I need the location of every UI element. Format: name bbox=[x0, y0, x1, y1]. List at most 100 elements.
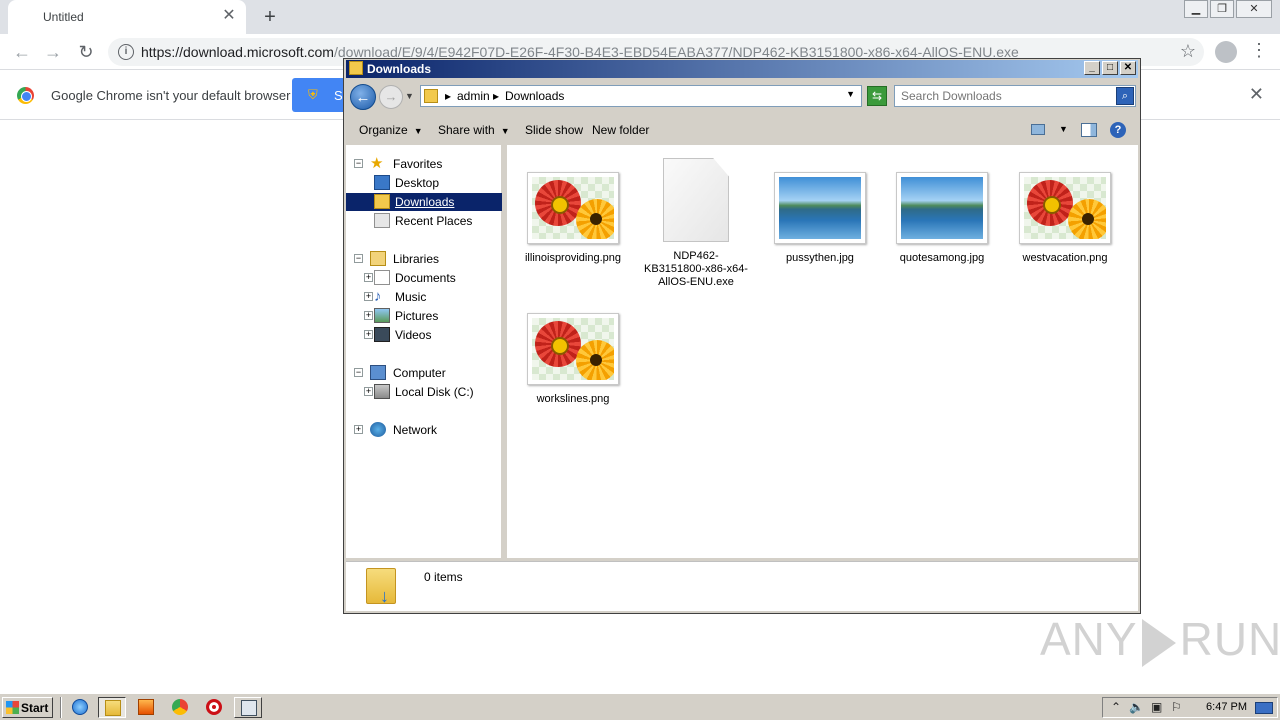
system-tray: ⌃ 🔈 ▣ ⚐ 6:47 PM bbox=[1102, 697, 1278, 718]
view-options-dropdown-icon[interactable]: ▼ bbox=[1059, 124, 1068, 134]
bookmark-star-icon[interactable]: ☆ bbox=[1180, 41, 1196, 62]
share-with-label: Share with bbox=[438, 123, 495, 137]
browser-tab[interactable]: Untitled ✕ bbox=[8, 0, 246, 34]
music-icon: ♪ bbox=[374, 288, 382, 305]
item-count: 0 items bbox=[424, 570, 463, 584]
tree-computer[interactable]: − Computer bbox=[354, 364, 502, 382]
file-item[interactable]: NDP462-KB3151800-x86-x64-AllOS-ENU.exe bbox=[641, 158, 751, 289]
slide-show-button[interactable]: Slide show bbox=[525, 123, 583, 137]
chrome-icon[interactable] bbox=[166, 697, 194, 718]
tree-label: Computer bbox=[393, 366, 446, 380]
show-hidden-icons-icon[interactable]: ⌃ bbox=[1111, 700, 1121, 714]
back-button-icon[interactable]: ← bbox=[350, 84, 376, 110]
expand-icon[interactable]: + bbox=[364, 387, 373, 396]
organize-menu-button[interactable]: Organize ▼ bbox=[359, 123, 423, 137]
file-item[interactable]: illinoisproviding.png bbox=[518, 172, 628, 265]
tree-recent-places[interactable]: Recent Places bbox=[364, 212, 502, 230]
minimize-icon[interactable]: ▁ bbox=[1184, 0, 1208, 18]
start-button[interactable]: Start bbox=[2, 697, 53, 718]
image-thumbnail bbox=[1019, 172, 1111, 244]
collapse-icon[interactable]: − bbox=[354, 159, 363, 168]
chrome-menu-icon[interactable]: ⋮ bbox=[1250, 40, 1268, 61]
breadcrumb-separator-icon[interactable]: ▸ bbox=[493, 89, 499, 103]
tree-desktop[interactable]: Desktop bbox=[364, 174, 502, 192]
executable-file-icon bbox=[663, 158, 729, 242]
file-item[interactable]: quotesamong.jpg bbox=[887, 172, 997, 265]
forward-button-icon[interactable]: → bbox=[379, 85, 403, 109]
tree-label: Downloads bbox=[395, 195, 455, 209]
task-manager-icon[interactable] bbox=[234, 697, 262, 718]
image-thumbnail bbox=[896, 172, 988, 244]
change-view-icon[interactable] bbox=[1031, 124, 1045, 135]
explorer-address-bar[interactable]: ▸ admin ▸ Downloads ▼ bbox=[420, 85, 862, 107]
recent-pages-dropdown-icon[interactable]: ▼ bbox=[405, 91, 414, 101]
image-thumbnail bbox=[527, 313, 619, 385]
reload-icon[interactable]: ↻ bbox=[74, 40, 98, 64]
profile-avatar-icon[interactable] bbox=[1215, 41, 1237, 63]
expand-icon[interactable]: + bbox=[364, 292, 373, 301]
volume-icon[interactable]: 🔈 bbox=[1129, 700, 1144, 714]
file-item[interactable]: workslines.png bbox=[518, 313, 628, 406]
site-info-icon[interactable]: i bbox=[118, 44, 134, 60]
tree-documents[interactable]: + Documents bbox=[364, 269, 502, 287]
tree-libraries[interactable]: − Libraries bbox=[354, 250, 502, 268]
file-item[interactable]: westvacation.png bbox=[1010, 172, 1120, 265]
tab-close-icon[interactable]: ✕ bbox=[220, 7, 238, 25]
image-thumbnail bbox=[774, 172, 866, 244]
expand-icon[interactable]: + bbox=[364, 311, 373, 320]
windows-logo-icon bbox=[6, 701, 19, 714]
back-arrow-icon[interactable]: ← bbox=[10, 40, 34, 64]
close-icon[interactable]: ✕ bbox=[1120, 61, 1136, 75]
help-icon[interactable]: ? bbox=[1110, 122, 1126, 138]
tree-downloads[interactable]: Downloads bbox=[346, 193, 502, 211]
network-icon bbox=[370, 422, 386, 437]
close-icon[interactable]: ✕ bbox=[1236, 0, 1272, 18]
media-player-icon[interactable] bbox=[132, 697, 160, 718]
refresh-icon[interactable]: ⇆ bbox=[867, 86, 887, 106]
file-name: illinoisproviding.png bbox=[524, 252, 621, 264]
windows-explorer-icon[interactable] bbox=[98, 697, 126, 718]
command-bar: Organize ▼ Share with ▼ Slide show New fol… bbox=[346, 115, 1138, 143]
minimize-icon[interactable]: _ bbox=[1084, 61, 1100, 75]
network-tray-icon[interactable]: ▣ bbox=[1151, 700, 1162, 714]
breadcrumb-separator-icon[interactable]: ▸ bbox=[445, 89, 451, 103]
address-dropdown-icon[interactable]: ▼ bbox=[846, 89, 855, 99]
collapse-icon[interactable]: − bbox=[354, 254, 363, 263]
search-icon[interactable]: ⌕ bbox=[1116, 87, 1134, 105]
breadcrumb-admin[interactable]: admin bbox=[457, 89, 490, 103]
watermark-text-left: ANY bbox=[1040, 613, 1138, 665]
share-with-menu-button[interactable]: Share with ▼ bbox=[438, 123, 510, 137]
tree-label: Desktop bbox=[395, 176, 440, 190]
file-item[interactable]: pussythen.jpg bbox=[765, 172, 875, 265]
maximize-icon[interactable]: □ bbox=[1102, 61, 1118, 75]
tree-music[interactable]: + ♪ Music bbox=[364, 288, 502, 306]
breadcrumb-downloads[interactable]: Downloads bbox=[505, 89, 564, 103]
new-tab-button[interactable]: + bbox=[258, 5, 282, 29]
preview-pane-icon[interactable] bbox=[1081, 123, 1097, 137]
videos-icon bbox=[374, 327, 390, 342]
restore-icon[interactable]: ❐ bbox=[1210, 0, 1234, 18]
action-center-flag-icon[interactable]: ⚐ bbox=[1171, 700, 1182, 714]
tree-pictures[interactable]: + Pictures bbox=[364, 307, 502, 325]
file-name: workslines.png bbox=[536, 393, 610, 405]
infobar-close-icon[interactable]: ✕ bbox=[1249, 84, 1264, 105]
start-label: Start bbox=[21, 701, 49, 715]
expand-icon[interactable]: + bbox=[364, 330, 373, 339]
tree-network[interactable]: + Network bbox=[354, 421, 502, 439]
search-input[interactable] bbox=[895, 86, 1115, 106]
opera-icon[interactable] bbox=[200, 697, 228, 718]
tree-videos[interactable]: + Videos bbox=[364, 326, 502, 344]
tree-local-disk[interactable]: + Local Disk (C:) bbox=[364, 383, 502, 401]
explorer-title-bar[interactable]: Downloads _ □ ✕ bbox=[346, 60, 1138, 78]
url-host: https://download.microsoft.com bbox=[141, 44, 334, 60]
new-folder-button[interactable]: New folder bbox=[592, 123, 649, 137]
expand-icon[interactable]: + bbox=[354, 425, 363, 434]
collapse-icon[interactable]: − bbox=[354, 368, 363, 377]
show-desktop-icon[interactable] bbox=[1255, 702, 1273, 714]
tree-favorites[interactable]: − ★ Favorites bbox=[354, 155, 502, 173]
clock[interactable]: 6:47 PM bbox=[1206, 701, 1247, 713]
forward-arrow-icon[interactable]: → bbox=[41, 40, 65, 64]
internet-explorer-icon[interactable] bbox=[66, 697, 94, 718]
expand-icon[interactable]: + bbox=[364, 273, 373, 282]
file-name: NDP462-KB3151800-x86-x64-AllOS-ENU.exe bbox=[644, 250, 748, 288]
